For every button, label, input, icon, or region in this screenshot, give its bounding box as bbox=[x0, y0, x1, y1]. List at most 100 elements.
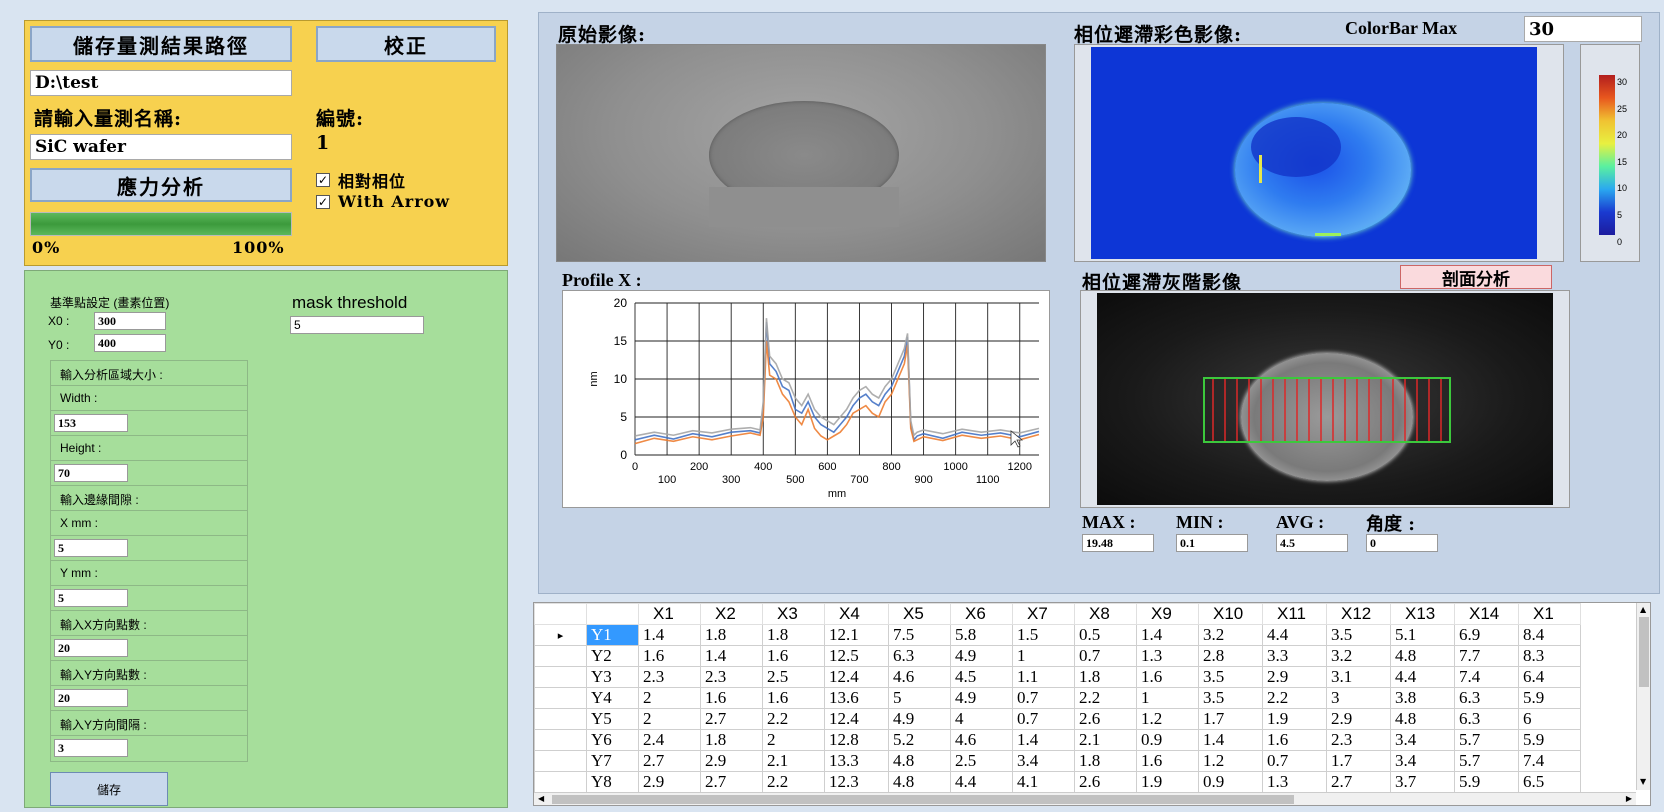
mask-threshold-field[interactable]: 5 bbox=[290, 316, 424, 334]
section-analysis-button[interactable]: 剖面分析 bbox=[1400, 265, 1552, 290]
grid-cell[interactable]: 6.5 bbox=[1518, 771, 1581, 793]
grid-cell[interactable]: 2.6 bbox=[1074, 771, 1137, 793]
row-selector[interactable] bbox=[534, 645, 587, 667]
table-row[interactable]: Y4 2 1.6 1.6 13.6 5 4.9 0.7 2.2 1 3.5 2.2 3 3.8 6.3 5.9 bbox=[534, 687, 1581, 709]
grid-column-header[interactable]: X10 bbox=[1198, 603, 1263, 625]
width-field[interactable]: 153 bbox=[54, 414, 128, 432]
grid-cell[interactable]: 2.9 bbox=[1262, 666, 1327, 688]
grid-cell[interactable]: 2.2 bbox=[762, 708, 825, 730]
grid-cell[interactable]: 7.4 bbox=[1518, 750, 1581, 772]
grid-cell[interactable]: 3 bbox=[1326, 687, 1391, 709]
grid-cell[interactable]: 4.6 bbox=[950, 729, 1013, 751]
grid-cell[interactable]: 1.5 bbox=[1012, 624, 1075, 646]
grid-cell[interactable]: 13.3 bbox=[824, 750, 889, 772]
grid-cell[interactable]: 5.9 bbox=[1518, 687, 1581, 709]
grid-cell[interactable]: 1 bbox=[1012, 645, 1075, 667]
grid-cell[interactable]: 2.3 bbox=[700, 666, 763, 688]
calibrate-button[interactable]: 校正 bbox=[316, 26, 496, 62]
grid-column-header[interactable]: X1 bbox=[638, 603, 701, 625]
grid-column-header[interactable]: X3 bbox=[762, 603, 825, 625]
grid-cell[interactable]: 4.8 bbox=[1390, 645, 1455, 667]
grid-cell[interactable]: 0.9 bbox=[1136, 729, 1199, 751]
grid-cell[interactable]: 5.2 bbox=[888, 729, 951, 751]
grid-column-header[interactable]: X12 bbox=[1326, 603, 1391, 625]
scroll-right-icon[interactable]: ▶ bbox=[1626, 794, 1632, 803]
grid-cell[interactable]: 4.8 bbox=[888, 771, 951, 793]
save-settings-button[interactable]: 儲存 bbox=[50, 772, 168, 806]
grid-cell[interactable]: 2.9 bbox=[700, 750, 763, 772]
grid-cell[interactable]: 3.4 bbox=[1012, 750, 1075, 772]
grid-cell[interactable]: 1.9 bbox=[1136, 771, 1199, 793]
grid-cell[interactable]: 4.9 bbox=[950, 645, 1013, 667]
grid-cell[interactable]: 5.9 bbox=[1454, 771, 1519, 793]
relative-phase-checkbox[interactable]: ✓ 相對相位 bbox=[316, 168, 406, 192]
grid-cell[interactable]: 1.4 bbox=[638, 624, 701, 646]
grid-cell[interactable]: 2.9 bbox=[1326, 708, 1391, 730]
horizontal-scroll-thumb[interactable] bbox=[552, 795, 1294, 804]
vertical-scroll-thumb[interactable] bbox=[1639, 617, 1649, 687]
grid-cell[interactable]: 2 bbox=[762, 729, 825, 751]
grid-cell[interactable]: 7.5 bbox=[888, 624, 951, 646]
grid-cell[interactable]: 3.7 bbox=[1390, 771, 1455, 793]
grid-cell[interactable]: 5.7 bbox=[1454, 750, 1519, 772]
grid-cell[interactable]: 0.7 bbox=[1262, 750, 1327, 772]
y0-field[interactable]: 400 bbox=[94, 334, 166, 352]
grid-column-header[interactable]: X13 bbox=[1390, 603, 1455, 625]
measurement-name-field[interactable]: SiC wafer bbox=[30, 134, 292, 160]
row-selector[interactable] bbox=[534, 708, 587, 730]
row-label-cell[interactable]: Y3 bbox=[586, 666, 639, 688]
table-row[interactable]: ▸ Y1 1.4 1.8 1.8 12.1 7.5 5.8 1.5 0.5 1.4 3.2 4.4 3.5… bbox=[534, 624, 1581, 646]
save-result-path-button[interactable]: 儲存量測結果路徑 bbox=[30, 26, 292, 62]
grid-column-header[interactable]: X11 bbox=[1262, 603, 1327, 625]
grid-cell[interactable]: 3.5 bbox=[1198, 687, 1263, 709]
row-selector[interactable] bbox=[534, 687, 587, 709]
grid-cell[interactable]: 1.8 bbox=[1074, 750, 1137, 772]
grid-cell[interactable]: 1.6 bbox=[1136, 666, 1199, 688]
grid-cell[interactable]: 2.4 bbox=[638, 729, 701, 751]
table-row[interactable]: Y3 2.3 2.3 2.5 12.4 4.6 4.5 1.1 1.8 1.6 3.5 2.9 3.1 4… bbox=[534, 666, 1581, 688]
row-label-cell[interactable]: Y4 bbox=[586, 687, 639, 709]
grid-cell[interactable]: 4.4 bbox=[1390, 666, 1455, 688]
grid-cell[interactable]: 12.3 bbox=[824, 771, 889, 793]
grid-column-header[interactable]: X1 bbox=[1518, 603, 1581, 625]
horizontal-scrollbar[interactable]: ◀ ▶ bbox=[534, 792, 1636, 805]
grid-cell[interactable]: 2.7 bbox=[700, 771, 763, 793]
grid-column-header[interactable]: X6 bbox=[950, 603, 1013, 625]
grid-cell[interactable]: 2.9 bbox=[638, 771, 701, 793]
data-grid[interactable]: X1 X2 X3 X4 X5 X6 X7 X8 X9 X10 X11 X12 X13 X14 X1 ▸ Y1 1.… bbox=[533, 602, 1651, 806]
grid-cell[interactable]: 8.3 bbox=[1518, 645, 1581, 667]
grid-column-header[interactable]: X7 bbox=[1012, 603, 1075, 625]
grid-cell[interactable]: 1.3 bbox=[1262, 771, 1327, 793]
row-label-cell[interactable]: Y5 bbox=[586, 708, 639, 730]
grid-cell[interactable]: 2.7 bbox=[1326, 771, 1391, 793]
grid-cell[interactable]: 4.9 bbox=[888, 708, 951, 730]
grid-cell[interactable]: 6 bbox=[1518, 708, 1581, 730]
grid-cell[interactable]: 6.4 bbox=[1518, 666, 1581, 688]
row-label-cell[interactable]: Y8 bbox=[586, 771, 639, 793]
grid-cell[interactable]: 12.5 bbox=[824, 645, 889, 667]
grid-cell[interactable]: 3.5 bbox=[1326, 624, 1391, 646]
grid-cell[interactable]: 1.2 bbox=[1198, 750, 1263, 772]
grid-cell[interactable]: 2.1 bbox=[762, 750, 825, 772]
y-points-field[interactable]: 20 bbox=[54, 689, 128, 707]
x-mm-field[interactable]: 5 bbox=[54, 539, 128, 557]
grid-cell[interactable]: 3.5 bbox=[1198, 666, 1263, 688]
row-selector[interactable] bbox=[534, 666, 587, 688]
vertical-scrollbar[interactable]: ▲ ▼ bbox=[1636, 603, 1650, 790]
grid-column-header[interactable]: X9 bbox=[1136, 603, 1199, 625]
grid-cell[interactable]: 1.6 bbox=[1262, 729, 1327, 751]
colorbar-max-field[interactable]: 30 bbox=[1524, 16, 1642, 42]
grid-cell[interactable]: 1.6 bbox=[638, 645, 701, 667]
height-field[interactable]: 70 bbox=[54, 464, 128, 482]
current-row-indicator-icon[interactable]: ▸ bbox=[534, 624, 587, 646]
result-path-field[interactable]: D:\test bbox=[30, 70, 292, 96]
row-label-cell[interactable]: Y6 bbox=[586, 729, 639, 751]
grid-cell[interactable]: 3.1 bbox=[1326, 666, 1391, 688]
grid-column-header[interactable]: X4 bbox=[824, 603, 889, 625]
grid-cell[interactable]: 5.8 bbox=[950, 624, 1013, 646]
y-mm-field[interactable]: 5 bbox=[54, 589, 128, 607]
table-row[interactable]: Y2 1.6 1.4 1.6 12.5 6.3 4.9 1 0.7 1.3 2.8 3.3 3.2 4.8… bbox=[534, 645, 1581, 667]
grid-cell[interactable]: 12.4 bbox=[824, 666, 889, 688]
grid-cell[interactable]: 0.7 bbox=[1012, 687, 1075, 709]
scroll-down-icon[interactable]: ▼ bbox=[1640, 777, 1646, 786]
